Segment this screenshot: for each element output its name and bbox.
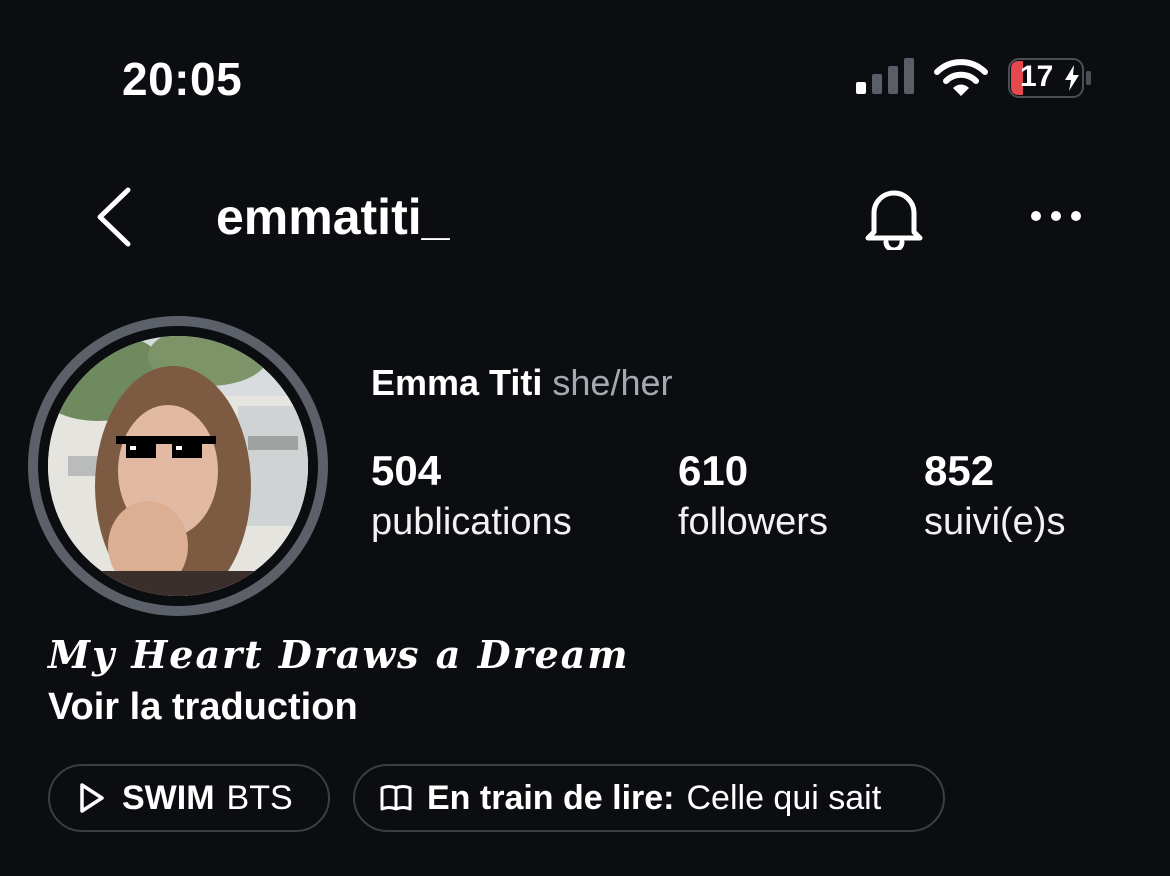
stat-followers[interactable]: 610 followers bbox=[678, 448, 828, 550]
chip-subtitle: Celle qui sait bbox=[686, 778, 882, 817]
profile-bio: My Heart Draws a Dream bbox=[48, 632, 630, 677]
profile-username: emmatiti_ bbox=[216, 189, 450, 245]
avatar[interactable] bbox=[48, 336, 308, 596]
profile-display-name: Emma Titi she/her bbox=[371, 362, 672, 404]
chip-title: SWIM bbox=[122, 778, 215, 817]
back-chevron-icon[interactable] bbox=[92, 186, 136, 248]
status-time: 20:05 bbox=[122, 53, 243, 105]
chip-title: En train de lire: bbox=[427, 778, 675, 817]
swim-bts-chip[interactable]: SWIM BTS bbox=[48, 764, 330, 832]
stat-label: followers bbox=[678, 501, 828, 543]
book-icon bbox=[380, 785, 412, 811]
stat-label: suivi(e)s bbox=[924, 501, 1066, 543]
pronouns: she/her bbox=[552, 362, 673, 403]
wifi-icon bbox=[934, 59, 988, 96]
play-icon bbox=[80, 783, 104, 813]
charging-bolt-icon bbox=[1065, 65, 1079, 91]
battery-level: 17 bbox=[1020, 60, 1054, 93]
stat-value: 852 bbox=[924, 447, 995, 494]
chip-subtitle: BTS bbox=[226, 778, 293, 817]
stat-following[interactable]: 852 suivi(e)s bbox=[924, 448, 1065, 550]
stat-value: 504 bbox=[371, 447, 442, 494]
see-translation-link[interactable]: Voir la traduction bbox=[48, 686, 358, 729]
bell-icon[interactable] bbox=[860, 186, 928, 250]
more-options-icon[interactable] bbox=[1030, 206, 1082, 226]
stat-value: 610 bbox=[678, 447, 749, 494]
full-name: Emma Titi bbox=[371, 362, 543, 403]
cellular-signal-icon bbox=[856, 58, 914, 94]
profile-photo bbox=[48, 336, 308, 596]
currently-reading-chip[interactable]: En train de lire: Celle qui sait bbox=[353, 764, 945, 832]
stat-posts[interactable]: 504 publications bbox=[371, 448, 572, 550]
battery-indicator: 17 bbox=[1008, 58, 1092, 98]
stat-label: publications bbox=[371, 501, 572, 543]
